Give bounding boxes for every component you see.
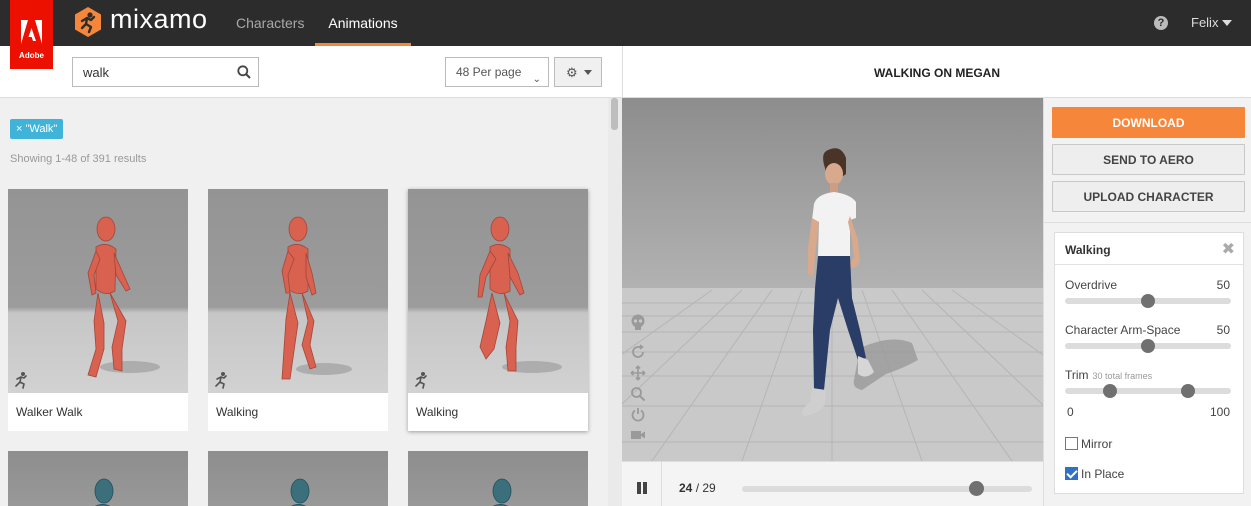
animation-thumbnail [408,189,588,393]
animation-card[interactable] [8,451,188,506]
animation-thumbnail [208,451,388,506]
search-input[interactable] [73,58,233,86]
animation-browser: 48 Per page ⌄ ⚙ × "Walk" Showing 1-48 of… [0,46,622,506]
arm-space-value: 50 [1216,323,1230,337]
user-menu[interactable]: Felix [1191,15,1218,30]
mirror-label: Mirror [1081,437,1113,451]
animation-card[interactable]: Walking [208,189,388,431]
brand-name[interactable]: mixamo [110,4,208,35]
animation-name: Walker Walk [16,405,83,419]
arm-space-label: Character Arm-Space [1065,323,1181,337]
trim-start-handle[interactable] [1102,384,1117,398]
search-icon[interactable] [237,65,251,79]
robot-figure [94,478,114,506]
chevron-down-icon: ⌄ [532,74,541,85]
robot-figure [87,216,160,378]
trim-slider-track[interactable] [1065,388,1231,394]
animation-card[interactable]: Walker Walk [8,189,188,431]
arm-space-slider-handle[interactable] [1141,339,1155,353]
help-icon[interactable]: ? [1154,16,1168,30]
nav-characters[interactable]: Characters [236,0,304,46]
viewport-tools [630,314,654,447]
trim-max: 100 [1209,405,1230,419]
animation-thumbnail [408,451,588,506]
divider [661,462,662,506]
animation-thumbnail [208,189,388,393]
walking-figure-icon [415,372,427,389]
rotate-icon[interactable] [630,344,646,360]
close-icon[interactable]: ✖ [1222,239,1235,259]
search-box[interactable] [72,57,259,87]
trim-min: 0 [1067,405,1074,419]
divider [1044,222,1251,223]
pause-icon[interactable] [636,482,648,494]
trim-note: 30 total frames [1092,371,1153,381]
skeleton-icon[interactable] [630,314,646,332]
current-frame: 24 [679,481,693,495]
animation-card[interactable] [208,451,388,506]
robot-figure [492,478,512,506]
timeline-track[interactable] [742,486,1032,492]
trim-label: Trim 30 total frames [1065,368,1152,382]
checkbox-box[interactable] [1065,437,1078,450]
mixamo-logo-icon[interactable] [72,6,104,38]
upload-character-button[interactable]: UPLOAD CHARACTER [1052,181,1245,212]
send-to-aero-button[interactable]: SEND TO AERO [1052,144,1245,175]
total-frames: / 29 [695,481,716,495]
preview-title: WALKING ON MEGAN [874,66,1000,80]
chevron-down-icon[interactable] [1222,20,1232,26]
power-reset-icon[interactable] [630,407,646,423]
settings-dropdown-button[interactable]: ⚙ [554,57,602,87]
animation-card-selected[interactable]: Walking [408,189,588,431]
frame-counter: 24 / 29 [679,481,716,495]
results-count: Showing 1-48 of 391 results [10,153,147,165]
playback-bar: 24 / 29 [622,461,1043,506]
robot-figure [477,216,562,373]
checkbox-box[interactable] [1065,467,1078,480]
animation-card[interactable] [408,451,588,506]
adobe-label: Adobe [19,51,44,60]
overdrive-value: 50 [1216,278,1230,292]
download-button[interactable]: DOWNLOAD [1052,107,1245,138]
caret-down-icon [584,70,592,75]
per-page-value: 48 Per page [456,65,522,79]
settings-header: Walking ✖ [1055,233,1243,265]
robot-figure [290,478,310,506]
adobe-logo[interactable]: Adobe [10,0,53,69]
camera-icon[interactable] [630,428,646,442]
adobe-a-icon [21,20,42,44]
walking-figure-icon [15,372,27,389]
animation-thumbnail [8,451,188,506]
in-place-label: In Place [1081,467,1125,481]
settings-title: Walking [1065,243,1111,257]
per-page-select[interactable]: 48 Per page ⌄ [445,57,549,87]
overdrive-slider-handle[interactable] [1141,294,1155,308]
right-panel: DOWNLOAD SEND TO AERO UPLOAD CHARACTER W… [1043,98,1251,506]
mirror-checkbox[interactable]: Mirror [1065,437,1112,451]
overdrive-label: Overdrive [1065,278,1118,292]
in-place-checkbox[interactable]: In Place [1065,467,1124,481]
animation-thumbnail [8,189,188,393]
walking-figure-icon [215,372,227,389]
animation-name: Walking [416,405,459,419]
zoom-icon[interactable] [630,386,646,402]
top-bar: Adobe mixamo Characters Animations ? Fel… [0,0,1251,69]
timeline-scrubber[interactable] [969,481,985,496]
3d-viewport[interactable] [622,98,1043,461]
filter-tag[interactable]: × "Walk" [10,119,64,139]
scrollbar-thumb[interactable] [611,98,618,130]
trim-title: Trim [1065,368,1089,382]
robot-figure [281,216,352,380]
scrollbar-track[interactable] [608,98,622,506]
search-bar: 48 Per page ⌄ ⚙ [0,46,622,98]
trim-end-handle[interactable] [1180,384,1195,398]
nav-animations[interactable]: Animations [315,0,411,46]
animation-name: Walking [216,405,259,419]
gear-icon: ⚙ [566,65,578,80]
scene [622,98,1043,461]
move-icon[interactable] [630,365,646,381]
animation-settings-card: Walking ✖ Overdrive 50 Character Arm-Spa… [1054,232,1244,494]
